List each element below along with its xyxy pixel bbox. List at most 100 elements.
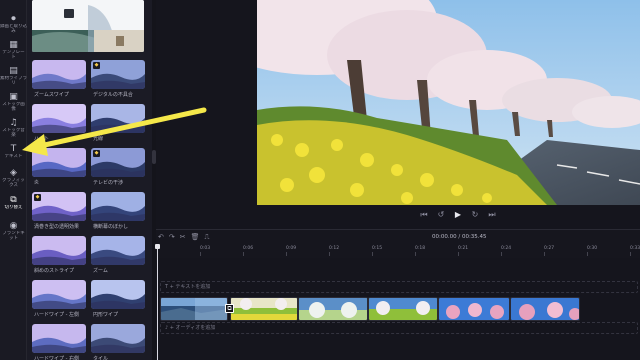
- clip-thumbnail: [369, 298, 437, 320]
- sidebar-item-brand-kit[interactable]: ◉ ブランドキ ット: [0, 219, 27, 247]
- video-clip[interactable]: [368, 297, 438, 321]
- transition-tile[interactable]: [32, 104, 86, 133]
- skip-forward-icon[interactable]: ⏭: [488, 210, 496, 220]
- clip-thumbnail: [439, 298, 509, 320]
- transition-tile[interactable]: [32, 60, 86, 89]
- ruler-tick-label: 0:18: [415, 246, 426, 256]
- play-button[interactable]: ▶: [454, 210, 462, 220]
- preview-frame: [257, 0, 640, 205]
- timeline-toolbar: ↶ ↷ ✂ 🗑︎ ⎍ 00:00.00 / 00:35.45: [156, 229, 640, 246]
- sidebar-item-label: グラフィッ クス: [2, 178, 25, 188]
- skip-back-icon[interactable]: ⏮: [420, 210, 428, 220]
- transition-label: ハードワイプ - 右側: [34, 356, 79, 360]
- transition-label: 渦巻き型の透明効果: [34, 224, 80, 230]
- ruler-tick-label: 0:12: [329, 246, 340, 256]
- delete-icon[interactable]: 🗑︎: [191, 233, 200, 242]
- transition-thumbnail: [32, 104, 86, 133]
- add-text-track[interactable]: T + テキストを追加: [160, 281, 638, 293]
- ruler-tick-label: 0:03: [200, 246, 211, 256]
- sidebar-item-label: 素材ライブラ リ: [0, 76, 27, 86]
- transition-thumbnail: [91, 192, 145, 221]
- clip-thumbnail: [161, 298, 227, 320]
- transition-tile[interactable]: [32, 148, 86, 177]
- sidebar-item-label: ストック画 像: [2, 102, 25, 112]
- preview-artwork: [32, 0, 144, 52]
- sidebar-item-stock-images[interactable]: ▣ ストック画 像: [0, 90, 27, 118]
- transition-label: ハート: [34, 136, 50, 142]
- transition-tile[interactable]: [91, 324, 145, 353]
- split-icon[interactable]: ⎍: [205, 233, 210, 242]
- add-audio-track[interactable]: ♪ + オーディオを追加: [160, 322, 638, 334]
- transition-preview-thumbnail[interactable]: [32, 0, 144, 52]
- video-clip[interactable]: [510, 297, 580, 321]
- transition-label: タイル: [93, 356, 109, 360]
- transition-label: 斜めのストライプ: [34, 268, 75, 274]
- template-icon: ▦: [9, 40, 18, 50]
- playback-controls: ⏮ ↺ ▶ ↻ ⏭: [420, 210, 496, 220]
- transition-label: ズーム: [93, 268, 108, 274]
- transition-tile[interactable]: ◆: [91, 148, 145, 177]
- clip-thumbnail: [299, 298, 367, 320]
- transition-thumbnail: [91, 236, 145, 265]
- transition-tile[interactable]: [91, 104, 145, 133]
- transition-tile[interactable]: ◆: [32, 192, 86, 221]
- transition-thumbnail: [32, 60, 86, 89]
- ruler-tick-label: 0:27: [544, 246, 555, 256]
- clip-thumbnail: [231, 298, 297, 320]
- transition-icon: ⧉: [10, 195, 17, 205]
- transition-tile[interactable]: [32, 280, 86, 309]
- transition-tile[interactable]: [32, 236, 86, 265]
- ruler-tick-label: 0:33: [630, 246, 640, 256]
- ruler-tick-label: 0:15: [372, 246, 383, 256]
- sidebar-item-record[interactable]: ⏺ 録画と取り込 み: [0, 12, 27, 40]
- rewind-icon[interactable]: ↺: [437, 210, 445, 220]
- redo-icon[interactable]: ↷: [169, 233, 175, 242]
- video-clip[interactable]: [298, 297, 368, 321]
- forward-icon[interactable]: ↻: [471, 210, 479, 220]
- video-clip[interactable]: [230, 297, 298, 321]
- timeline-ruler[interactable]: 0:03 0:06 0:09 0:12 0:15 0:18 0:21 0:24 0:27 0:30…: [156, 246, 640, 258]
- undo-icon[interactable]: ↶: [158, 233, 164, 242]
- video-clip[interactable]: [160, 297, 228, 321]
- sidebar-item-transitions[interactable]: ⧉ 切り替え: [0, 193, 27, 221]
- transition-label: 円形ワイプ: [93, 312, 119, 318]
- cut-icon[interactable]: ✂: [180, 233, 186, 242]
- transitions-panel: ズームスワイプ ◆ デジタルの不具合 ハート 光線炎 ◆ テレビの干渉 ◆ 渦巻き型の透明効果 横…: [27, 0, 152, 360]
- transition-tile[interactable]: [91, 236, 145, 265]
- transition-marker-icon[interactable]: ⧉: [225, 304, 234, 313]
- record-icon: ⏺: [11, 14, 16, 24]
- sidebar-rail: ⏺ 録画と取り込 み ▦ テンプレー ト ▤ 素材ライブラ リ ▣ ストック画 …: [0, 0, 27, 360]
- transition-label: テレビの干渉: [93, 180, 124, 186]
- video-preview[interactable]: [257, 0, 640, 205]
- transition-tile[interactable]: [91, 280, 145, 309]
- text-icon: T: [10, 144, 17, 154]
- transition-thumbnail: [32, 236, 86, 265]
- sidebar-item-templates[interactable]: ▦ テンプレー ト: [0, 38, 27, 66]
- sidebar-item-library[interactable]: ▤ 素材ライブラ リ: [0, 64, 27, 92]
- transition-label: 光線: [93, 136, 104, 142]
- sidebar-item-graphics[interactable]: ◈ グラフィッ クス: [0, 166, 27, 194]
- clip-thumbnail: [511, 298, 579, 320]
- graphics-icon: ◈: [10, 168, 17, 178]
- video-clip[interactable]: [438, 297, 510, 321]
- premium-badge-icon: ◆: [34, 194, 41, 201]
- transition-label: デジタルの不具合: [93, 92, 133, 98]
- transition-thumbnail: [91, 104, 145, 133]
- sidebar-item-label: ストック音 楽: [2, 128, 25, 138]
- transition-tile[interactable]: [32, 324, 86, 353]
- transition-tile[interactable]: ◆: [91, 60, 145, 89]
- transition-thumbnail: [91, 324, 145, 353]
- playhead[interactable]: [155, 244, 160, 360]
- ruler-tick-label: 0:09: [286, 246, 297, 256]
- sidebar-item-stock-music[interactable]: ♫ ストック音 楽: [0, 116, 27, 144]
- ruler-tick-label: 0:24: [501, 246, 512, 256]
- stock-image-icon: ▣: [9, 92, 18, 102]
- brand-kit-icon: ◉: [9, 221, 18, 231]
- transition-thumbnail: [91, 280, 145, 309]
- sidebar-item-label: 切り替え: [4, 205, 23, 210]
- premium-badge-icon: ◆: [93, 150, 100, 157]
- transition-tile[interactable]: [91, 192, 145, 221]
- video-editor-app: ⏺ 録画と取り込 み ▦ テンプレー ト ▤ 素材ライブラ リ ▣ ストック画 …: [0, 0, 640, 360]
- timecode: 00:00.00 / 00:35.45: [432, 234, 487, 240]
- transition-thumbnail: [32, 324, 86, 353]
